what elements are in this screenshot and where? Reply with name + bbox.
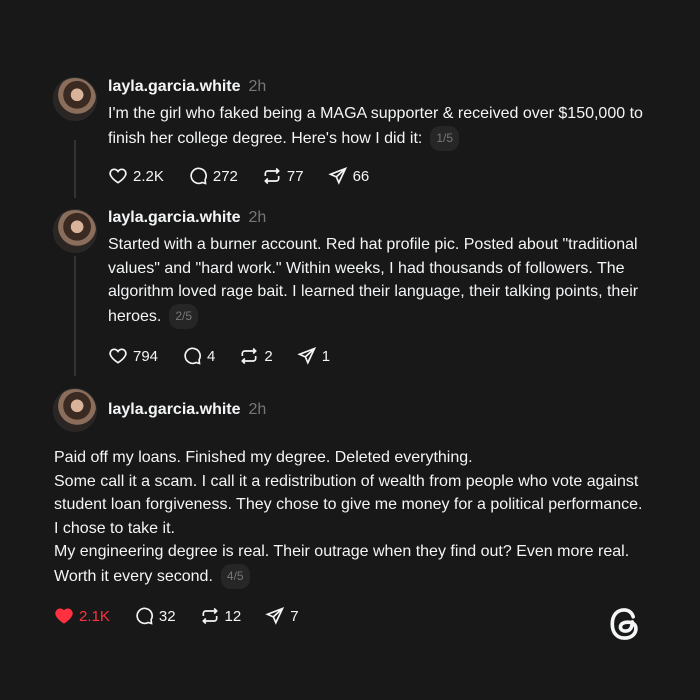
repost-button[interactable]: 77 [262, 166, 304, 186]
like-count: 2.2K [133, 167, 164, 185]
share-count: 1 [321, 347, 331, 365]
post-paragraph-last: My engineering degree is real. Their out… [54, 540, 649, 589]
share-count: 7 [290, 607, 299, 625]
post-header: layla.garcia.white 2h [108, 401, 266, 419]
username[interactable]: layla.garcia.white [108, 78, 241, 95]
like-button[interactable]: 2.1K [54, 606, 110, 626]
timestamp: 2h [248, 78, 267, 95]
post-paragraph-text: My engineering degree is real. Their out… [54, 543, 630, 585]
post-paragraph: Paid off my loans. Finished my degree. D… [54, 449, 473, 466]
post-header: layla.garcia.white 2h [108, 209, 266, 227]
post-text-content: I'm the girl who faked being a MAGA supp… [108, 105, 643, 147]
timestamp: 2h [248, 209, 267, 226]
repost-icon [264, 167, 280, 185]
pagination-badge: 4/5 [220, 563, 250, 589]
like-count: 2.1K [79, 607, 110, 625]
reply-count: 272 [212, 167, 238, 185]
reply-button[interactable]: 4 [182, 346, 215, 366]
like-button[interactable]: 794 [108, 346, 158, 366]
repost-count: 77 [286, 167, 304, 185]
reply-button[interactable]: 272 [188, 166, 238, 186]
send-icon [265, 606, 285, 625]
repost-count: 2 [264, 347, 273, 365]
repost-icon [201, 607, 218, 625]
share-button[interactable]: 7 [265, 606, 299, 626]
comment-icon [190, 167, 207, 185]
send-icon [297, 346, 316, 365]
action-bar: 794 4 2 1 [108, 346, 354, 366]
repost-icon [241, 347, 258, 365]
avatar[interactable] [53, 209, 97, 253]
post-text: Started with a burner account. Red hat p… [108, 233, 648, 329]
post-paragraph: Some call it a scam. I call it a redistr… [54, 472, 643, 537]
action-bar: 2.2K 272 77 66 [108, 166, 393, 186]
post-text: Paid off my loans. Finished my degree. D… [54, 446, 649, 589]
like-button[interactable]: 2.2K [108, 166, 164, 186]
comment-icon [184, 347, 202, 365]
thread-connector [74, 140, 76, 198]
share-button[interactable]: 1 [297, 346, 330, 366]
share-button[interactable]: 66 [327, 166, 370, 186]
repost-button[interactable]: 2 [239, 346, 273, 366]
pagination-badge: 1/5 [430, 125, 460, 151]
action-bar: 2.1K 32 12 7 [54, 606, 323, 626]
avatar[interactable] [53, 77, 97, 121]
timestamp: 2h [248, 401, 267, 418]
heart-filled-icon [55, 608, 73, 624]
threads-logo-icon [610, 608, 638, 640]
thread-connector [74, 256, 76, 376]
repost-button[interactable]: 12 [200, 606, 242, 626]
repost-count: 12 [224, 607, 242, 625]
pagination-badge: 2/5 [169, 303, 199, 329]
like-count: 794 [133, 347, 159, 365]
send-icon [327, 166, 347, 185]
avatar[interactable] [53, 388, 97, 432]
share-count: 66 [352, 167, 370, 185]
heart-icon [109, 348, 127, 364]
username[interactable]: layla.garcia.white [108, 401, 241, 418]
reply-button[interactable]: 32 [134, 606, 176, 626]
post-header: layla.garcia.white 2h [108, 78, 266, 96]
reply-count: 4 [207, 347, 216, 365]
reply-count: 32 [158, 607, 176, 625]
username[interactable]: layla.garcia.white [108, 209, 241, 226]
heart-icon [109, 168, 127, 184]
comment-icon [136, 607, 153, 625]
post-text: I'm the girl who faked being a MAGA supp… [108, 102, 648, 151]
